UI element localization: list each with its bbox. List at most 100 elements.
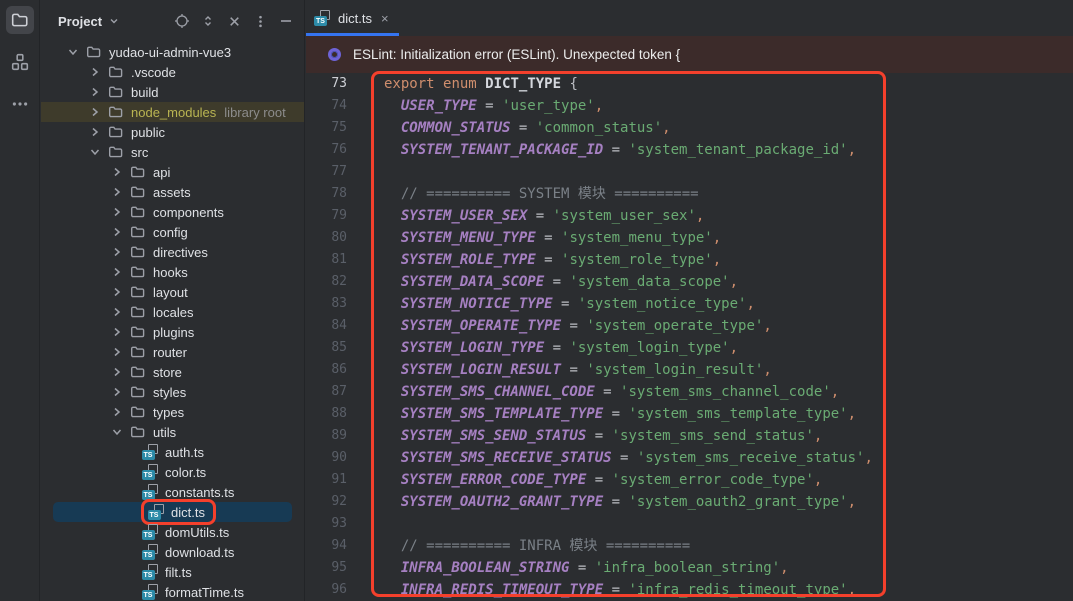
tab-close-icon[interactable]: × — [381, 12, 389, 25]
tree-item-locales[interactable]: locales — [41, 302, 304, 322]
tree-item-plugins[interactable]: plugins — [41, 322, 304, 342]
chevron-collapsed-icon[interactable] — [109, 324, 125, 340]
code-token: = — [603, 142, 628, 158]
code-token: , — [864, 450, 872, 466]
tree-item-filt-ts[interactable]: TSfilt.ts — [41, 562, 304, 582]
code-editor[interactable]: 73export enum DICT_TYPE {74 USER_TYPE = … — [306, 73, 1073, 601]
locate-file-icon[interactable] — [174, 13, 190, 29]
code-token: export — [384, 76, 435, 92]
tree-item-formattime-ts[interactable]: TSformatTime.ts — [41, 582, 304, 601]
chevron-collapsed-icon[interactable] — [109, 204, 125, 220]
code-token: { — [561, 76, 578, 92]
chevron-collapsed-icon[interactable] — [109, 344, 125, 360]
chevron-collapsed-icon[interactable] — [109, 304, 125, 320]
code-line-80: 80 SYSTEM_MENU_TYPE = 'system_menu_type'… — [306, 227, 1073, 249]
code-token — [384, 296, 401, 312]
tree-item-node-modules[interactable]: node_moduleslibrary root — [41, 102, 304, 122]
code-token: , — [831, 384, 839, 400]
chevron-expanded-icon[interactable] — [87, 144, 103, 160]
chevron-collapsed-icon[interactable] — [87, 84, 103, 100]
code-line-92: 92 SYSTEM_OAUTH2_GRANT_TYPE = 'system_oa… — [306, 491, 1073, 513]
folder-icon — [129, 184, 147, 200]
tab-dict-ts[interactable]: TS dict.ts × — [306, 0, 399, 36]
chevron-expanded-icon[interactable] — [65, 44, 81, 60]
project-panel-title[interactable]: Project — [58, 14, 102, 29]
chevron-collapsed-icon[interactable] — [109, 364, 125, 380]
chevron-collapsed-icon[interactable] — [109, 284, 125, 300]
line-number: 76 — [306, 139, 347, 161]
code-token: = — [477, 98, 502, 114]
hide-panel-icon[interactable] — [278, 13, 294, 29]
structure-icon[interactable] — [6, 48, 34, 76]
tree-item-layout[interactable]: layout — [41, 282, 304, 302]
tree-item-auth-ts[interactable]: TSauth.ts — [41, 442, 304, 462]
tree-item-api[interactable]: api — [41, 162, 304, 182]
code-token: SYSTEM_LOGIN_TYPE — [401, 340, 544, 356]
tree-item-domutils-ts[interactable]: TSdomUtils.ts — [41, 522, 304, 542]
code-token: , — [763, 362, 771, 378]
tree-item-types[interactable]: types — [41, 402, 304, 422]
tree-item-directives[interactable]: directives — [41, 242, 304, 262]
project-folder-icon[interactable] — [6, 6, 34, 34]
tree-item-label: api — [153, 165, 170, 180]
chevron-collapsed-icon[interactable] — [109, 164, 125, 180]
tree-item-yudao-ui-admin-vue3[interactable]: yudao-ui-admin-vue3 — [41, 42, 304, 62]
code-line-81: 81 SYSTEM_ROLE_TYPE = 'system_role_type'… — [306, 249, 1073, 271]
code-line-95: 95 INFRA_BOOLEAN_STRING = 'infra_boolean… — [306, 557, 1073, 579]
tree-item-components[interactable]: components — [41, 202, 304, 222]
tree-item-utils[interactable]: utils — [41, 422, 304, 442]
typescript-file-icon: TS — [141, 464, 159, 480]
code-token: // ========== SYSTEM 模块 ========== — [384, 186, 699, 202]
tree-item-build[interactable]: build — [41, 82, 304, 102]
tree-item-router[interactable]: router — [41, 342, 304, 362]
tree-item-label: public — [131, 125, 165, 140]
chevron-collapsed-icon[interactable] — [87, 104, 103, 120]
tree-item-label: download.ts — [165, 545, 234, 560]
more-tool-windows-icon[interactable] — [6, 90, 34, 118]
chevron-collapsed-icon[interactable] — [109, 244, 125, 260]
tree-item--vscode[interactable]: .vscode — [41, 62, 304, 82]
tree-item-label: node_modules — [131, 105, 216, 120]
code-token: 'infra_redis_timeout_type' — [628, 582, 847, 598]
code-token: , — [696, 208, 704, 224]
eslint-icon — [328, 48, 341, 61]
chevron-collapsed-icon[interactable] — [109, 224, 125, 240]
code-token: = — [612, 450, 637, 466]
tree-item-config[interactable]: config — [41, 222, 304, 242]
expand-collapse-icon[interactable] — [200, 13, 216, 29]
tree-item-styles[interactable]: styles — [41, 382, 304, 402]
tree-item-download-ts[interactable]: TSdownload.ts — [41, 542, 304, 562]
chevron-collapsed-icon[interactable] — [109, 384, 125, 400]
code-token: = — [586, 472, 611, 488]
typescript-file-icon: TS — [141, 584, 159, 600]
options-kebab-icon[interactable] — [252, 13, 268, 29]
chevron-collapsed-icon[interactable] — [87, 64, 103, 80]
tree-item-store[interactable]: store — [41, 362, 304, 382]
line-number: 82 — [306, 271, 347, 293]
code-line-93: 93 — [306, 513, 1073, 535]
close-icon[interactable] — [226, 13, 242, 29]
code-token: = — [544, 340, 569, 356]
tree-item-hooks[interactable]: hooks — [41, 262, 304, 282]
chevron-collapsed-icon[interactable] — [87, 124, 103, 140]
chevron-down-icon[interactable] — [108, 15, 120, 27]
chevron-collapsed-icon[interactable] — [109, 404, 125, 420]
chevron-expanded-icon[interactable] — [109, 424, 125, 440]
chevron-collapsed-icon[interactable] — [109, 184, 125, 200]
tree-item-src[interactable]: src — [41, 142, 304, 162]
tree-item-label: styles — [153, 385, 186, 400]
code-token: DICT_TYPE — [485, 76, 561, 92]
tree-item-public[interactable]: public — [41, 122, 304, 142]
tree-item-assets[interactable]: assets — [41, 182, 304, 202]
folder-icon — [129, 204, 147, 220]
line-number: 95 — [306, 557, 347, 579]
tree-item-dict-ts[interactable]: TSdict.ts — [41, 502, 304, 522]
code-token: 'common_status' — [536, 120, 662, 136]
chevron-collapsed-icon[interactable] — [109, 264, 125, 280]
folder-icon — [129, 424, 147, 440]
code-line-74: 74 USER_TYPE = 'user_type', — [306, 95, 1073, 117]
code-line-89: 89 SYSTEM_SMS_SEND_STATUS = 'system_sms_… — [306, 425, 1073, 447]
tree-item-label: auth.ts — [165, 445, 204, 460]
tree-item-color-ts[interactable]: TScolor.ts — [41, 462, 304, 482]
code-token — [384, 406, 401, 422]
